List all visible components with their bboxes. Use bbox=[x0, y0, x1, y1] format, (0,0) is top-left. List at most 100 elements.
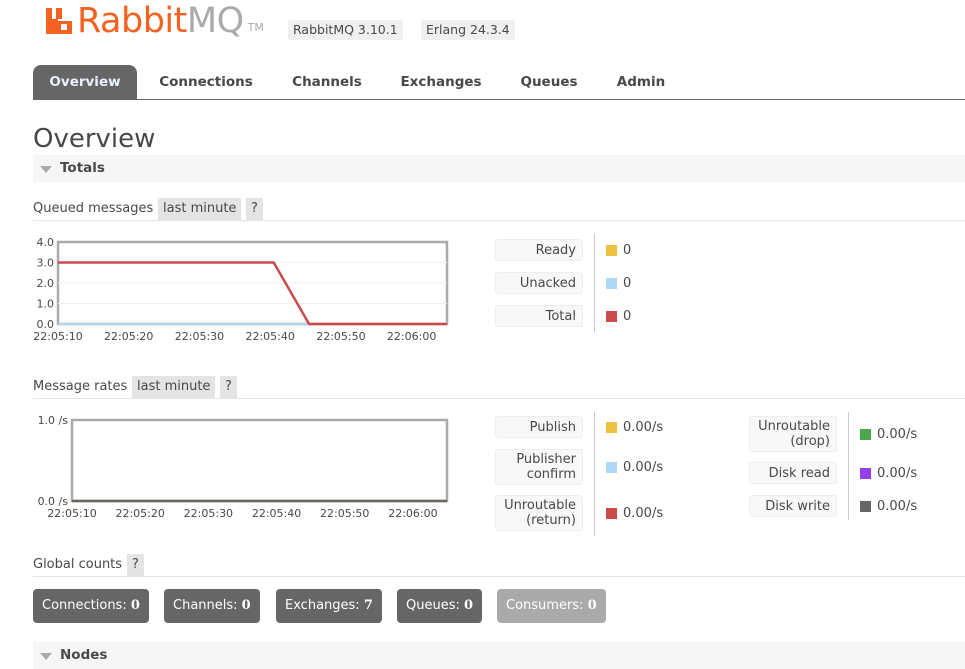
tab-admin[interactable]: Admin bbox=[609, 65, 673, 100]
legend-value: 0 bbox=[606, 242, 631, 258]
message-rates-label: Message rates bbox=[33, 379, 128, 394]
legend-color-swatch bbox=[606, 461, 617, 473]
legend-color-swatch bbox=[606, 421, 617, 433]
x-tick-label: 22:05:40 bbox=[252, 507, 301, 520]
legend-label-line: Unacked bbox=[519, 276, 576, 291]
legend-color-swatch bbox=[860, 428, 871, 440]
nodes-section-toggle[interactable]: Nodes bbox=[33, 642, 965, 669]
x-tick-label: 22:05:50 bbox=[316, 330, 365, 343]
y-tick-label: 1.0 bbox=[37, 298, 55, 311]
legend-separator bbox=[594, 412, 595, 536]
tab-channels[interactable]: Channels bbox=[283, 65, 371, 100]
message-rates-range-selector[interactable]: last minute bbox=[132, 376, 216, 398]
global-counts-help-button[interactable]: ? bbox=[127, 554, 144, 576]
legend-color-swatch bbox=[606, 507, 617, 519]
message-rates-chart: 0.0 /s1.0 /s22:05:10 22:05:20 22:05:30 22:0… bbox=[38, 414, 449, 520]
legend-label-line: confirm bbox=[526, 467, 576, 482]
count-label: Consumers: bbox=[506, 598, 584, 613]
tab-queues[interactable]: Queues bbox=[513, 65, 585, 100]
queued-messages-help-button[interactable]: ? bbox=[246, 198, 263, 220]
queued-messages-range-selector[interactable]: last minute bbox=[158, 198, 242, 220]
count-label: Queues: bbox=[406, 598, 460, 613]
totals-section-toggle[interactable]: Totals bbox=[33, 155, 965, 182]
legend-label: Total bbox=[495, 305, 583, 327]
legend-value-text: 0.00/s bbox=[877, 465, 918, 481]
legend-value: 0.00/s bbox=[606, 459, 663, 475]
page-title: Overview bbox=[33, 124, 156, 154]
x-tick-label: 22:05:50 bbox=[320, 507, 369, 520]
tab-overview[interactable]: Overview bbox=[33, 65, 137, 100]
legend-value-text: 0.00/s bbox=[623, 419, 664, 435]
legend-label-line: Publish bbox=[529, 420, 576, 435]
legend-separator bbox=[848, 412, 849, 520]
count-value: 0 bbox=[464, 598, 474, 613]
legend-value-text: 0.00/s bbox=[623, 459, 664, 475]
legend-value-text: 0 bbox=[623, 308, 632, 324]
collapse-triangle-icon bbox=[40, 166, 52, 173]
y-tick-label: 4.0 bbox=[37, 236, 55, 249]
legend-value: 0.00/s bbox=[606, 505, 663, 521]
count-label: Connections: bbox=[42, 598, 127, 613]
legend-label-line: (return) bbox=[526, 513, 576, 528]
legend-label-line: Disk write bbox=[765, 499, 830, 514]
y-tick-label: 3.0 bbox=[37, 257, 55, 270]
legend-value-text: 0 bbox=[623, 242, 632, 258]
nodes-section-label: Nodes bbox=[60, 647, 108, 663]
logo-text-rabbit: Rabbit bbox=[77, 1, 187, 41]
channels-count-button[interactable]: Channels: 0 bbox=[164, 589, 260, 623]
legend-label-line: (drop) bbox=[790, 434, 830, 449]
legend-label-line: Publisher bbox=[516, 452, 576, 467]
legend-label-line: Unroutable bbox=[504, 498, 576, 513]
collapse-triangle-icon bbox=[40, 653, 52, 660]
legend-color-swatch bbox=[860, 467, 871, 479]
legend-value-text: 0.00/s bbox=[877, 426, 918, 442]
main-nav-tabs: Overview Connections Channels Exchanges … bbox=[33, 65, 965, 100]
x-tick-label: 22:05:30 bbox=[184, 507, 233, 520]
rabbitmq-logo[interactable]: Rabbit MQ TM bbox=[44, 0, 264, 40]
legend-value: 0 bbox=[606, 308, 631, 324]
exchanges-count-button[interactable]: Exchanges: 7 bbox=[276, 589, 382, 623]
logo-trademark: TM bbox=[247, 21, 264, 34]
legend-color-swatch bbox=[606, 244, 617, 256]
count-value: 0 bbox=[130, 598, 140, 613]
legend-label: Publisher confirm bbox=[495, 449, 583, 485]
legend-label: Disk write bbox=[749, 495, 837, 517]
legend-value-text: 0 bbox=[623, 275, 632, 291]
tab-exchanges[interactable]: Exchanges bbox=[393, 65, 489, 100]
legend-separator bbox=[594, 234, 595, 332]
count-value: 0 bbox=[241, 598, 251, 613]
x-tick-label: 22:05:10 bbox=[47, 507, 96, 520]
legend-label: Unroutable (return) bbox=[495, 495, 583, 531]
tab-connections[interactable]: Connections bbox=[151, 65, 261, 100]
message-rates-help-button[interactable]: ? bbox=[220, 376, 237, 398]
count-value: 0 bbox=[587, 598, 597, 613]
logo-text-mq: MQ bbox=[186, 1, 244, 41]
legend-label: Publish bbox=[495, 416, 583, 438]
legend-label-line: Ready bbox=[535, 243, 576, 258]
legend-label: Unroutable (drop) bbox=[749, 416, 837, 452]
legend-color-swatch bbox=[606, 310, 617, 322]
legend-label: Ready bbox=[495, 239, 583, 261]
count-value: 7 bbox=[363, 598, 373, 613]
consumers-count-button[interactable]: Consumers: 0 bbox=[497, 589, 606, 623]
legend-label-line: Total bbox=[545, 309, 576, 324]
count-label: Channels: bbox=[173, 598, 238, 613]
legend-label-line: Disk read bbox=[768, 466, 830, 481]
connections-count-button[interactable]: Connections: 0 bbox=[33, 589, 149, 623]
legend-value: 0.00/s bbox=[860, 426, 917, 442]
legend-value: 0 bbox=[606, 275, 631, 291]
erlang-version-badge: Erlang 24.3.4 bbox=[421, 20, 515, 40]
x-tick-label: 22:06:00 bbox=[388, 507, 437, 520]
count-label: Exchanges: bbox=[285, 598, 360, 613]
x-tick-label: 22:05:10 bbox=[33, 330, 82, 343]
legend-label-line: Unroutable bbox=[758, 419, 830, 434]
message-rates-header: Message rates last minute ? bbox=[33, 376, 965, 399]
rabbit-logo-icon bbox=[46, 8, 72, 34]
legend-color-swatch bbox=[860, 500, 871, 512]
x-tick-label: 22:05:40 bbox=[245, 330, 294, 343]
legend-value-text: 0.00/s bbox=[877, 498, 918, 514]
plot-frame bbox=[70, 418, 449, 503]
legend-value: 0.00/s bbox=[860, 498, 917, 514]
global-counts-header: Global counts ? bbox=[33, 554, 965, 577]
queues-count-button[interactable]: Queues: 0 bbox=[397, 589, 483, 623]
